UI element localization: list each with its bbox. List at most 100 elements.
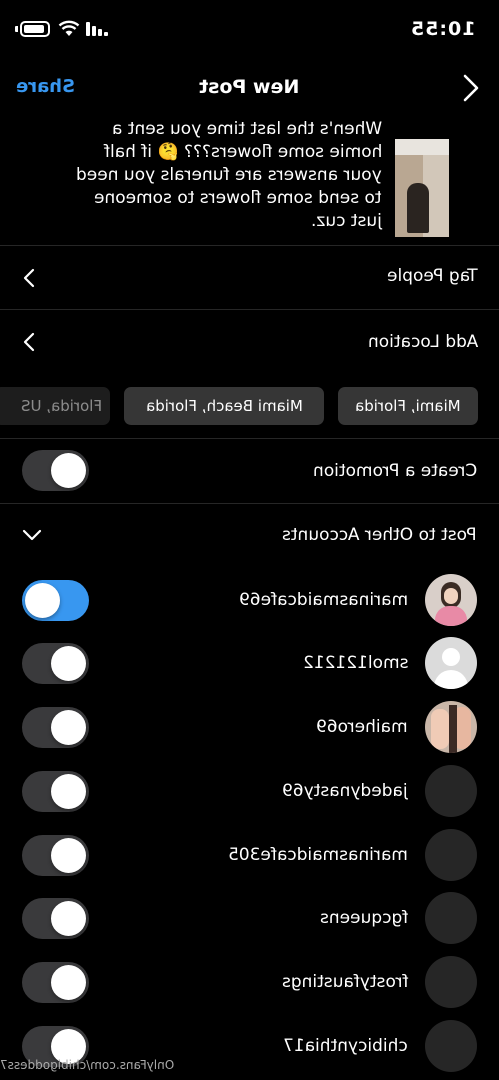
account-name: jadedynasty69 (282, 781, 408, 801)
account-toggle[interactable] (22, 962, 89, 1003)
account-toggle[interactable] (22, 643, 89, 684)
post-thumbnail[interactable] (395, 139, 449, 237)
tag-people-label: Tag People (387, 266, 478, 286)
avatar-face (444, 588, 458, 604)
caption-text[interactable]: When's the last time you sent a homie so… (0, 118, 382, 233)
create-promotion-text: Create a Promotion (312, 461, 477, 481)
default-avatar-icon (425, 637, 477, 689)
top-navigation-bar: Share New Post (0, 62, 499, 116)
account-name: smol121212 (303, 653, 408, 673)
account-name-text: chibicynthia17 (283, 1036, 408, 1056)
avatar-shoulders (434, 670, 468, 689)
avatar-figure-left (431, 709, 449, 749)
account-name: maihero69 (316, 717, 408, 737)
thumbnail-person (407, 183, 429, 233)
toggle-knob (51, 965, 86, 1000)
add-location-text: Add Location (367, 332, 478, 352)
account-row: smol121212 (0, 637, 499, 691)
toggle-knob (51, 838, 86, 873)
account-avatar (425, 1020, 477, 1072)
caption-line: homie some flowers??? 🤔 if half (0, 141, 382, 164)
account-name-text: marinasmaidcafe69 (238, 590, 408, 610)
page-title: New Post (0, 76, 499, 98)
page-title-text: New Post (199, 76, 300, 98)
toggle-knob (51, 710, 86, 745)
create-promotion-row: Create a Promotion (0, 439, 499, 503)
account-toggle[interactable] (22, 835, 89, 876)
tag-people-text: Tag People (387, 266, 478, 286)
chevron-down-icon (22, 529, 42, 541)
status-time-text: 10:55 (410, 18, 476, 40)
location-chip-text: Miami Beach, Florida (145, 397, 303, 415)
toggle-knob (51, 453, 86, 488)
account-name: frostyfaustings (282, 972, 408, 992)
status-bar: 10:55 (0, 0, 499, 62)
account-row: marinasmaidcafe69 (0, 574, 499, 628)
account-row: frostyfaustings (0, 956, 499, 1010)
account-row: fgcqueens (0, 892, 499, 946)
avatar-divider (449, 705, 457, 753)
battery-icon (20, 21, 50, 37)
account-avatar (425, 701, 477, 753)
account-name-text: marinasmaidcafe305 (228, 845, 408, 865)
avatar-head (442, 648, 460, 666)
post-to-other-accounts-label: Post to Other Accounts (282, 525, 477, 545)
toggle-knob (51, 646, 86, 681)
cellular-signal-icon (86, 22, 108, 36)
post-preview: When's the last time you sent a homie so… (0, 116, 499, 244)
chevron-left-icon (23, 332, 35, 352)
account-row: marinasmaidcafe305 (0, 829, 499, 883)
add-location-row[interactable]: Add Location (0, 310, 499, 374)
caption-line-text: your answers are funerals you need (76, 165, 382, 185)
chevron-left-icon (23, 268, 35, 288)
account-toggle[interactable] (22, 707, 89, 748)
account-name: marinasmaidcafe69 (239, 590, 408, 610)
account-avatar (425, 956, 477, 1008)
status-time: 10:55 (410, 18, 475, 40)
wifi-icon (58, 20, 80, 36)
account-avatar (425, 765, 477, 817)
location-chip-text: Florida, US (20, 397, 102, 415)
caption-line: your answers are funerals you need (0, 164, 382, 187)
account-name: chibicynthia17 (283, 1036, 408, 1056)
toggle-knob (51, 901, 86, 936)
location-chip-florida-us[interactable]: Florida, US (0, 387, 110, 425)
account-toggle[interactable] (22, 898, 89, 939)
account-avatar (425, 892, 477, 944)
tag-people-row[interactable]: Tag People (0, 246, 499, 308)
account-name-text: fgcqueens (319, 908, 408, 928)
account-toggle[interactable] (22, 771, 89, 812)
caption-line: When's the last time you sent a (0, 118, 382, 141)
caption-line-text: When's the last time you sent a (111, 119, 382, 139)
post-to-other-accounts-row[interactable]: Post to Other Accounts (0, 504, 499, 566)
toggle-knob (51, 774, 86, 809)
create-promotion-toggle[interactable] (22, 450, 89, 491)
avatar-body (435, 606, 467, 626)
location-chip-miami-beach[interactable]: Miami Beach, Florida (124, 387, 324, 425)
add-location-label: Add Location (368, 332, 478, 352)
watermark-text: OnlyFans.com/chibigoddess7 (0, 1058, 175, 1072)
account-toggle[interactable] (22, 580, 89, 621)
account-avatar (425, 829, 477, 881)
caption-line: just cuz. (0, 210, 382, 233)
toggle-knob (25, 583, 60, 618)
battery-tip (15, 26, 18, 32)
account-name-text: frostyfaustings (281, 972, 408, 992)
account-avatar (425, 574, 477, 626)
account-name-text: jadedynasty69 (282, 781, 408, 801)
caption-line: to send some flowers to someone (0, 187, 382, 210)
location-chip-miami[interactable]: Miami, Florida (338, 387, 478, 425)
thumbnail-caption-strip (395, 139, 449, 155)
caption-line-text: homie some flowers??? 🤔 if half (103, 142, 382, 162)
caption-line-text: to send some flowers to someone (94, 188, 382, 208)
location-chip-text: Miami, Florida (355, 397, 461, 415)
account-name-text: maihero69 (316, 717, 408, 737)
back-chevron-icon[interactable] (458, 72, 482, 104)
account-name-text: smol121212 (302, 653, 408, 673)
caption-line-text: just cuz. (311, 211, 382, 231)
account-row: jadedynasty69 (0, 765, 499, 819)
account-name: marinasmaidcafe305 (228, 845, 408, 865)
watermark: OnlyFans.com/chibigoddess7 (0, 1058, 210, 1072)
post-to-other-accounts-text: Post to Other Accounts (282, 525, 477, 545)
account-name: fgcqueens (320, 908, 408, 928)
